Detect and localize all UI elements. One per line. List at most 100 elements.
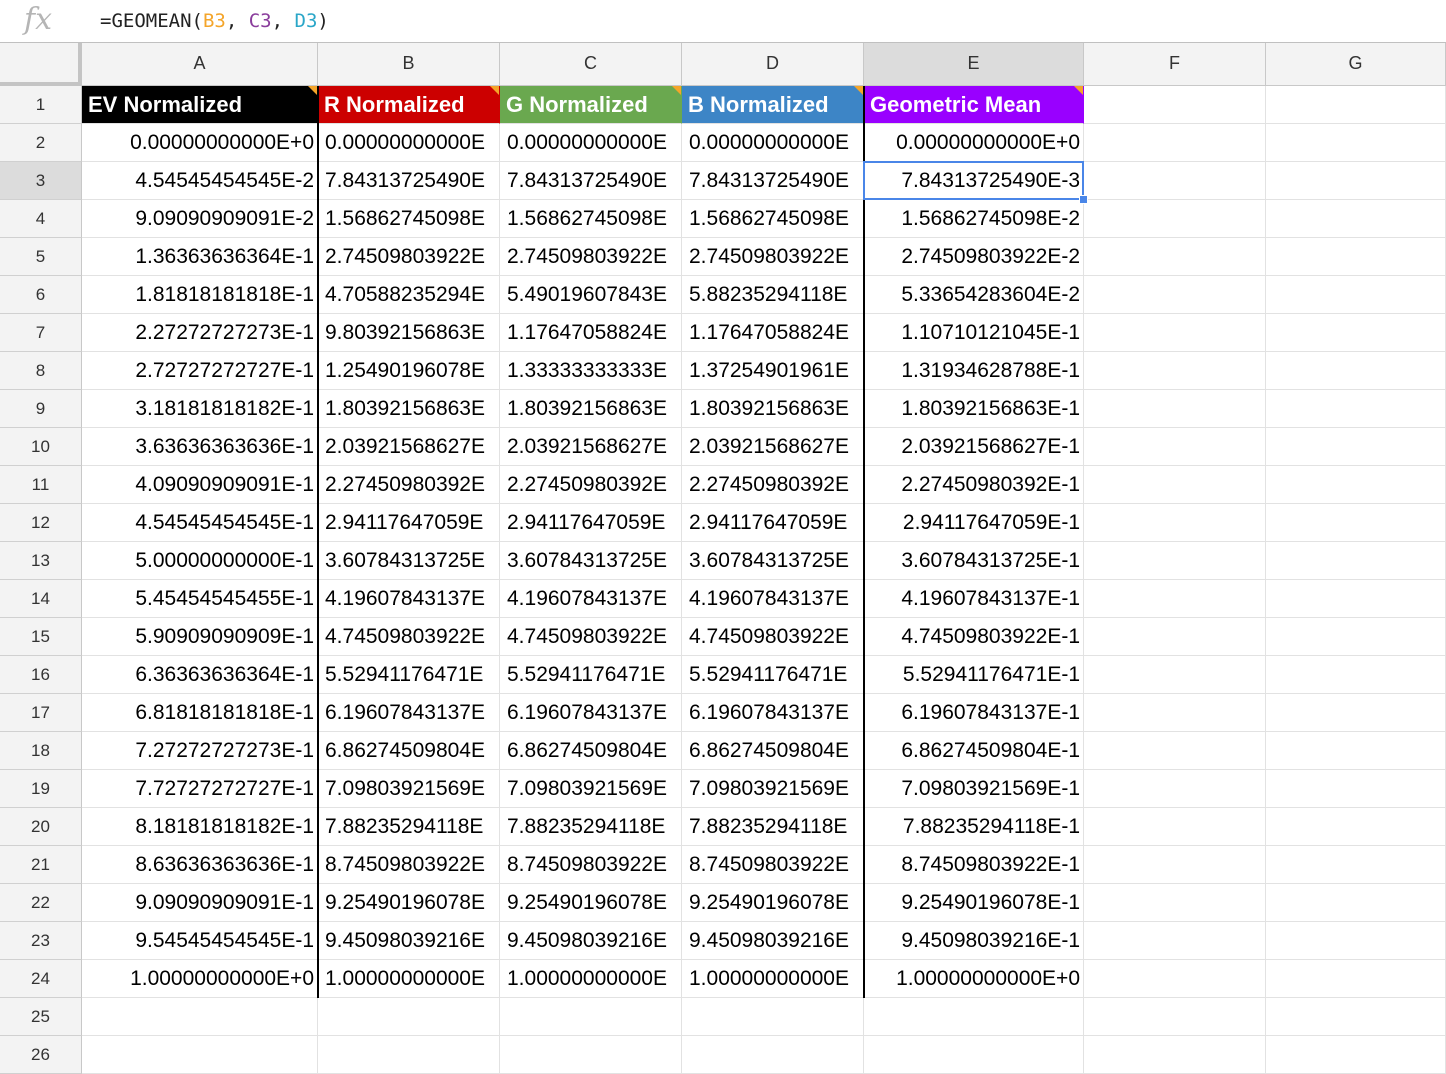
cell-d16[interactable]: 5.52941176471E <box>682 656 864 694</box>
cell-e20[interactable]: 7.88235294118E-1 <box>864 808 1084 846</box>
column-header-g[interactable]: G <box>1266 43 1446 86</box>
header-cell-a[interactable]: EV Normalized <box>82 86 318 124</box>
cell-a19[interactable]: 7.72727272727E-1 <box>82 770 318 808</box>
cell-e25[interactable] <box>864 998 1084 1036</box>
cell-d4[interactable]: 1.56862745098E <box>682 200 864 238</box>
column-header-a[interactable]: A <box>82 43 318 86</box>
cell-a17[interactable]: 6.81818181818E-1 <box>82 694 318 732</box>
cell-e2[interactable]: 0.00000000000E+0 <box>864 124 1084 162</box>
cell-d26[interactable] <box>682 1036 864 1074</box>
cell-e8[interactable]: 1.31934628788E-1 <box>864 352 1084 390</box>
cell-g13[interactable] <box>1266 542 1446 580</box>
header-cell-e[interactable]: Geometric Mean <box>864 86 1084 124</box>
cell-e22[interactable]: 9.25490196078E-1 <box>864 884 1084 922</box>
cell-d24[interactable]: 1.00000000000E <box>682 960 864 998</box>
cell-g24[interactable] <box>1266 960 1446 998</box>
cell-b17[interactable]: 6.19607843137E <box>318 694 500 732</box>
cell-b3[interactable]: 7.84313725490E <box>318 162 500 200</box>
header-cell-d[interactable]: B Normalized <box>682 86 864 124</box>
cell-a25[interactable] <box>82 998 318 1036</box>
cell-b13[interactable]: 3.60784313725E <box>318 542 500 580</box>
cell-d2[interactable]: 0.00000000000E <box>682 124 864 162</box>
fill-handle[interactable] <box>1079 195 1088 204</box>
row-header-15[interactable]: 15 <box>0 618 82 656</box>
cell-c13[interactable]: 3.60784313725E <box>500 542 682 580</box>
cell-d3[interactable]: 7.84313725490E <box>682 162 864 200</box>
row-header-20[interactable]: 20 <box>0 808 82 846</box>
cell-f21[interactable] <box>1084 846 1266 884</box>
cell-b15[interactable]: 4.74509803922E <box>318 618 500 656</box>
cell-b24[interactable]: 1.00000000000E <box>318 960 500 998</box>
cell-c6[interactable]: 5.49019607843E <box>500 276 682 314</box>
cell-e13[interactable]: 3.60784313725E-1 <box>864 542 1084 580</box>
row-header-10[interactable]: 10 <box>0 428 82 466</box>
cell-f16[interactable] <box>1084 656 1266 694</box>
cell-e23[interactable]: 9.45098039216E-1 <box>864 922 1084 960</box>
cell-f26[interactable] <box>1084 1036 1266 1074</box>
cell-c5[interactable]: 2.74509803922E <box>500 238 682 276</box>
row-header-19[interactable]: 19 <box>0 770 82 808</box>
cell-c11[interactable]: 2.27450980392E <box>500 466 682 504</box>
cell-e26[interactable] <box>864 1036 1084 1074</box>
cell-b2[interactable]: 0.00000000000E <box>318 124 500 162</box>
cell-f18[interactable] <box>1084 732 1266 770</box>
cell-f14[interactable] <box>1084 580 1266 618</box>
cell-c15[interactable]: 4.74509803922E <box>500 618 682 656</box>
row-header-13[interactable]: 13 <box>0 542 82 580</box>
cell-f15[interactable] <box>1084 618 1266 656</box>
cell-b9[interactable]: 1.80392156863E <box>318 390 500 428</box>
cell-a5[interactable]: 1.36363636364E-1 <box>82 238 318 276</box>
cell-c25[interactable] <box>500 998 682 1036</box>
cell-e24[interactable]: 1.00000000000E+0 <box>864 960 1084 998</box>
cell-g16[interactable] <box>1266 656 1446 694</box>
cell-a21[interactable]: 8.63636363636E-1 <box>82 846 318 884</box>
cell-f13[interactable] <box>1084 542 1266 580</box>
column-header-d[interactable]: D <box>682 43 864 86</box>
cell-g14[interactable] <box>1266 580 1446 618</box>
row-header-6[interactable]: 6 <box>0 276 82 314</box>
cell-b6[interactable]: 4.70588235294E <box>318 276 500 314</box>
cell-f20[interactable] <box>1084 808 1266 846</box>
cell-d10[interactable]: 2.03921568627E <box>682 428 864 466</box>
cell-g10[interactable] <box>1266 428 1446 466</box>
cell-g5[interactable] <box>1266 238 1446 276</box>
cell-e5[interactable]: 2.74509803922E-2 <box>864 238 1084 276</box>
cell-a9[interactable]: 3.18181818182E-1 <box>82 390 318 428</box>
cell-c4[interactable]: 1.56862745098E <box>500 200 682 238</box>
cell-g23[interactable] <box>1266 922 1446 960</box>
cell-b18[interactable]: 6.86274509804E <box>318 732 500 770</box>
cell-g2[interactable] <box>1266 124 1446 162</box>
cell-c9[interactable]: 1.80392156863E <box>500 390 682 428</box>
cell-g26[interactable] <box>1266 1036 1446 1074</box>
cell-d25[interactable] <box>682 998 864 1036</box>
cell-d13[interactable]: 3.60784313725E <box>682 542 864 580</box>
cell-b16[interactable]: 5.52941176471E <box>318 656 500 694</box>
cell-b23[interactable]: 9.45098039216E <box>318 922 500 960</box>
cell-e12[interactable]: 2.94117647059E-1 <box>864 504 1084 542</box>
cell-b26[interactable] <box>318 1036 500 1074</box>
cell-a3[interactable]: 4.54545454545E-2 <box>82 162 318 200</box>
cell-g19[interactable] <box>1266 770 1446 808</box>
cell-a2[interactable]: 0.00000000000E+0 <box>82 124 318 162</box>
cell-f22[interactable] <box>1084 884 1266 922</box>
cell-a14[interactable]: 5.45454545455E-1 <box>82 580 318 618</box>
cell-c3[interactable]: 7.84313725490E <box>500 162 682 200</box>
cell-d21[interactable]: 8.74509803922E <box>682 846 864 884</box>
cell-b22[interactable]: 9.25490196078E <box>318 884 500 922</box>
cell-g15[interactable] <box>1266 618 1446 656</box>
cell-g6[interactable] <box>1266 276 1446 314</box>
cell-c7[interactable]: 1.17647058824E <box>500 314 682 352</box>
row-header-11[interactable]: 11 <box>0 466 82 504</box>
cell-a4[interactable]: 9.09090909091E-2 <box>82 200 318 238</box>
cell-b14[interactable]: 4.19607843137E <box>318 580 500 618</box>
cell-c23[interactable]: 9.45098039216E <box>500 922 682 960</box>
cell-b12[interactable]: 2.94117647059E <box>318 504 500 542</box>
row-header-17[interactable]: 17 <box>0 694 82 732</box>
cell-e7[interactable]: 1.10710121045E-1 <box>864 314 1084 352</box>
row-header-23[interactable]: 23 <box>0 922 82 960</box>
cell-d12[interactable]: 2.94117647059E <box>682 504 864 542</box>
cell-d7[interactable]: 1.17647058824E <box>682 314 864 352</box>
cell-g12[interactable] <box>1266 504 1446 542</box>
cell-g9[interactable] <box>1266 390 1446 428</box>
cell-b19[interactable]: 7.09803921569E <box>318 770 500 808</box>
